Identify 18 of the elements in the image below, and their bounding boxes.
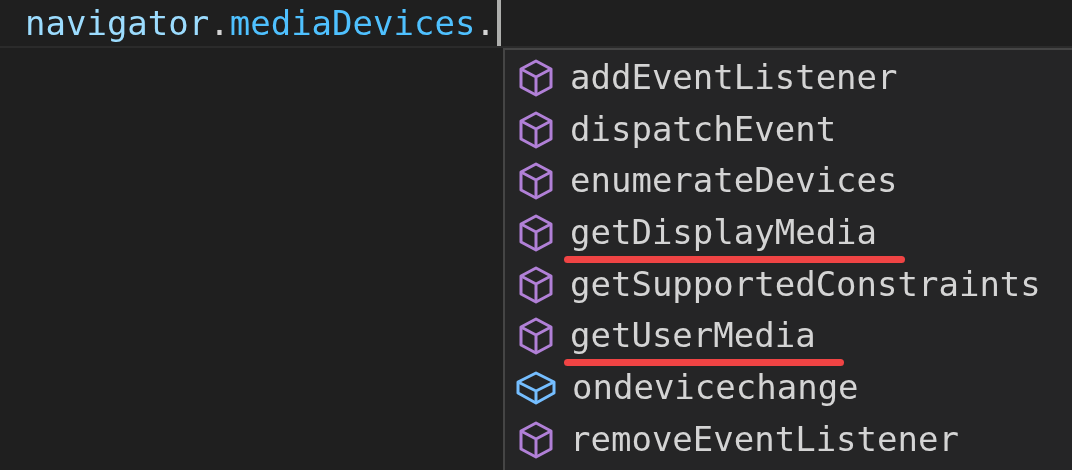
- suggestion-label: removeEventListener: [570, 418, 959, 459]
- text-cursor: [496, 0, 501, 46]
- suggestion-item[interactable]: enumerateDevices: [505, 155, 1072, 208]
- suggestion-item[interactable]: getUserMedia: [505, 310, 1072, 363]
- suggestion-item[interactable]: dispatchEvent: [505, 103, 1072, 156]
- suggestion-item[interactable]: getDisplayMedia: [505, 207, 1072, 259]
- suggestion-label: getUserMedia: [570, 315, 816, 356]
- suggestion-item[interactable]: getSupportedConstraints: [505, 258, 1072, 311]
- suggestion-label: dispatchEvent: [570, 108, 837, 149]
- suggestion-item[interactable]: addEventListener: [505, 52, 1072, 104]
- suggestion-label: getSupportedConstraints: [570, 263, 1041, 304]
- suggestion-label: enumerateDevices: [570, 160, 898, 201]
- code-line: navigator.mediaDevices.: [25, 6, 496, 40]
- suggestion-item[interactable]: ondevicechange: [505, 362, 1072, 414]
- suggestion-label: addEventListener: [570, 56, 898, 97]
- suggestion-label: ondevicechange: [572, 366, 859, 407]
- suggestion-item[interactable]: removeEventListener: [505, 413, 1072, 466]
- suggestion-label: getDisplayMedia: [570, 211, 878, 252]
